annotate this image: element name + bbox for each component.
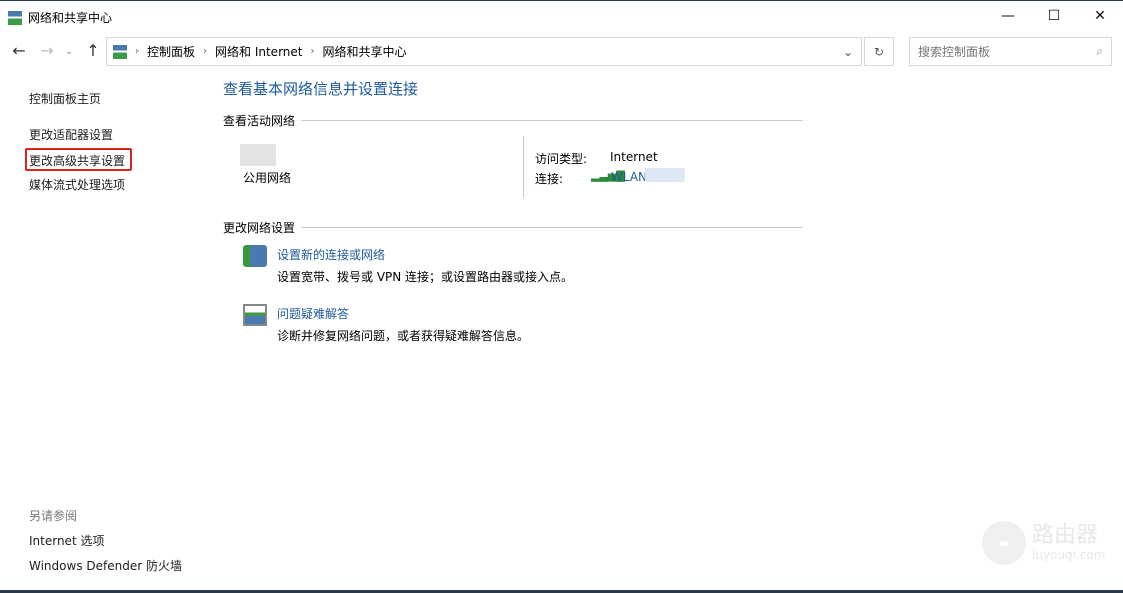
- sidebar-item-media-streaming[interactable]: 媒体流式处理选项: [29, 176, 125, 193]
- divider: [523, 136, 524, 198]
- connection-link[interactable]: WLAN: [611, 170, 647, 184]
- close-button[interactable]: ✕: [1077, 1, 1123, 31]
- search-input[interactable]: [918, 44, 1078, 59]
- refresh-icon: ↻: [873, 44, 885, 59]
- search-icon[interactable]: ⌕: [1096, 44, 1103, 59]
- troubleshoot-desc: 诊断并修复网络问题，或者获得疑难解答信息。: [277, 329, 530, 343]
- recent-dropdown-icon[interactable]: ⌄: [58, 47, 80, 57]
- internet-options-link[interactable]: Internet 选项: [29, 532, 104, 549]
- redacted-block: [645, 168, 685, 182]
- address-bar[interactable]: › 控制面板 › 网络和 Internet › 网络和共享中心 ⌄: [106, 37, 862, 66]
- access-type-label: 访问类型:: [535, 152, 588, 166]
- chevron-right-icon: ›: [203, 46, 208, 57]
- search-box[interactable]: ⌕: [909, 37, 1112, 66]
- back-icon[interactable]: ←: [8, 41, 30, 60]
- highlight-box: [25, 148, 132, 171]
- router-icon: ▬: [982, 521, 1026, 565]
- window-title: 网络和共享中心: [28, 11, 113, 25]
- title-bar: 网络和共享中心: [8, 9, 112, 26]
- watermark-site: luyouqi.com: [1032, 547, 1106, 562]
- breadcrumb-item[interactable]: 网络和共享中心: [322, 43, 406, 60]
- troubleshoot-link[interactable]: 问题疑难解答: [277, 305, 349, 322]
- connection-label: 连接:: [535, 172, 564, 186]
- change-settings-section: 更改网络设置: [223, 219, 803, 236]
- section-heading: 更改网络设置: [223, 221, 296, 235]
- chevron-right-icon: ›: [135, 46, 139, 57]
- sidebar-item-home[interactable]: 控制面板主页: [29, 90, 101, 107]
- firewall-link[interactable]: Windows Defender 防火墙: [29, 557, 182, 574]
- active-networks-section: 查看活动网络: [223, 112, 803, 129]
- forward-icon[interactable]: →: [36, 41, 58, 60]
- sidebar-item-adapter[interactable]: 更改适配器设置: [29, 126, 113, 143]
- access-type-value: Internet: [610, 150, 658, 164]
- refresh-button[interactable]: ↻: [864, 37, 894, 66]
- new-connection-link[interactable]: 设置新的连接或网络: [277, 246, 385, 263]
- minimize-button[interactable]: —: [985, 1, 1031, 31]
- troubleshoot-icon: [243, 304, 267, 326]
- network-center-icon: [113, 44, 127, 59]
- section-heading: 查看活动网络: [223, 114, 296, 128]
- chevron-right-icon: ›: [310, 46, 315, 57]
- breadcrumb-item[interactable]: 控制面板: [147, 43, 195, 60]
- chevron-down-icon[interactable]: ⌄: [843, 45, 853, 59]
- network-icon: [240, 144, 276, 166]
- breadcrumb-item[interactable]: 网络和 Internet: [215, 43, 302, 60]
- maximize-button[interactable]: ☐: [1031, 1, 1077, 31]
- watermark: ▬ 路由器 luyouqi.com: [982, 521, 1105, 565]
- see-also-heading: 另请参阅: [29, 509, 78, 523]
- network-center-icon: [8, 10, 22, 25]
- watermark-name: 路由器: [1032, 523, 1099, 549]
- new-connection-desc: 设置宽带、拨号或 VPN 连接；或设置路由器或接入点。: [277, 270, 574, 284]
- new-connection-icon: [243, 245, 267, 267]
- page-title: 查看基本网络信息并设置连接: [223, 80, 419, 98]
- up-icon[interactable]: ↑: [82, 41, 104, 60]
- network-type: 公用网络: [243, 171, 292, 185]
